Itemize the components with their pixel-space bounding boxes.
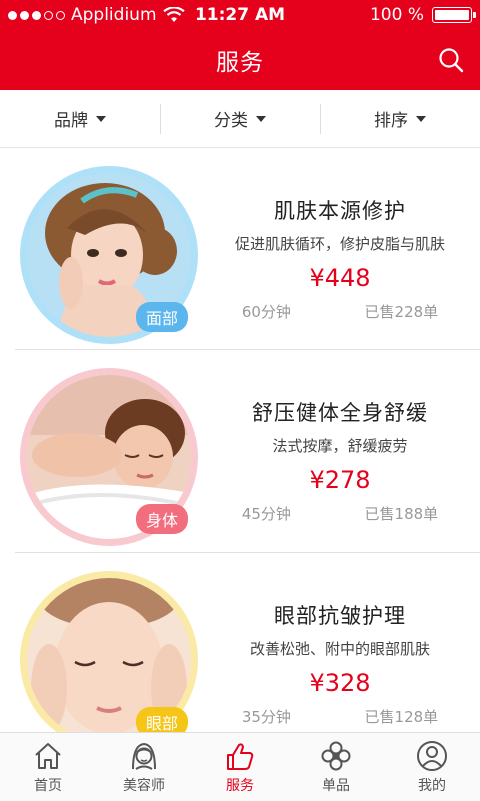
service-price: ¥328: [309, 669, 371, 697]
page-title: 服务: [216, 50, 264, 76]
nav-bar: 服务: [0, 30, 480, 90]
filter-sort[interactable]: 排序: [320, 90, 480, 147]
filter-bar: 品牌 分类 排序: [0, 90, 480, 148]
service-price: ¥448: [309, 264, 371, 292]
category-tag: 身体: [136, 504, 189, 534]
tab-mine[interactable]: 我的: [384, 733, 480, 801]
service-name: 肌肤本源修护: [274, 199, 406, 223]
house-icon: [35, 743, 61, 769]
search-icon: [439, 48, 464, 73]
tab-label: 服务: [226, 778, 254, 794]
service-sold-count: 已售188单: [364, 505, 439, 523]
service-duration: 35分钟: [241, 708, 291, 726]
signal-strength-icon: [8, 10, 65, 20]
service-duration: 45分钟: [241, 505, 291, 523]
caret-down-icon: [256, 115, 266, 122]
thumbs-up-icon: [227, 743, 254, 770]
tab-home[interactable]: 首页: [0, 733, 96, 801]
service-meta: 60分钟 已售228单: [205, 301, 475, 322]
caret-down-icon: [96, 115, 106, 122]
battery-percent: 100 %: [369, 5, 424, 25]
service-meta: 45分钟 已售188单: [205, 503, 475, 524]
user-icon: [417, 741, 447, 771]
service-card[interactable]: 身体 舒压健体全身舒缓 法式按摩，舒缓疲劳 ¥278 45分钟 已售188单: [15, 350, 480, 553]
filter-label: 排序: [374, 111, 408, 131]
tab-services[interactable]: 服务: [192, 733, 288, 801]
service-card[interactable]: 面部 肌肤本源修护 促进肌肤循环，修护皮脂与肌肤 ¥448 60分钟 已售228…: [15, 148, 480, 350]
service-list: 面部 肌肤本源修护 促进肌肤循环，修护皮脂与肌肤 ¥448 60分钟 已售228…: [0, 148, 480, 732]
category-tag: 面部: [136, 302, 189, 332]
beautician-icon: [132, 742, 156, 770]
tab-label: 首页: [34, 778, 62, 794]
status-right: 100 %: [369, 5, 476, 25]
filter-label: 分类: [214, 111, 248, 131]
carrier-name: Applidium: [71, 5, 157, 25]
wifi-icon: [162, 7, 185, 22]
tab-beautician[interactable]: 美容师: [96, 733, 192, 801]
filter-label: 品牌: [54, 111, 88, 131]
filter-category[interactable]: 分类: [160, 90, 320, 147]
service-sold-count: 已售128单: [364, 708, 439, 726]
search-button[interactable]: [436, 45, 466, 75]
battery-icon: [432, 7, 476, 23]
service-name: 舒压健体全身舒缓: [252, 401, 428, 425]
service-meta: 35分钟 已售128单: [205, 706, 475, 727]
status-bar: Applidium 11:27 AM 100 %: [0, 0, 480, 30]
caret-down-icon: [416, 115, 426, 122]
tab-label: 美容师: [123, 778, 165, 794]
filter-brand[interactable]: 品牌: [0, 90, 160, 147]
tab-label: 我的: [418, 778, 446, 794]
service-name: 眼部抗皱护理: [274, 604, 406, 628]
service-sold-count: 已售228单: [364, 303, 439, 321]
category-tag: 眼部: [136, 707, 189, 732]
service-duration: 60分钟: [241, 303, 291, 321]
service-price: ¥278: [309, 466, 371, 494]
service-card[interactable]: 眼部 眼部抗皱护理 改善松弛、附中的眼部肌肤 ¥328 35分钟 已售128单: [15, 553, 480, 732]
service-desc: 改善松弛、附中的眼部肌肤: [249, 640, 430, 658]
status-left: Applidium: [0, 5, 185, 25]
tab-label: 单品: [322, 778, 350, 794]
service-desc: 促进肌肤循环，修护皮脂与肌肤: [234, 235, 445, 253]
tab-bar: 首页 美容师 服务 单品 我的: [0, 732, 480, 801]
flower-icon: [321, 741, 351, 771]
tab-products[interactable]: 单品: [288, 733, 384, 801]
service-desc: 法式按摩，舒缓疲劳: [272, 437, 408, 455]
